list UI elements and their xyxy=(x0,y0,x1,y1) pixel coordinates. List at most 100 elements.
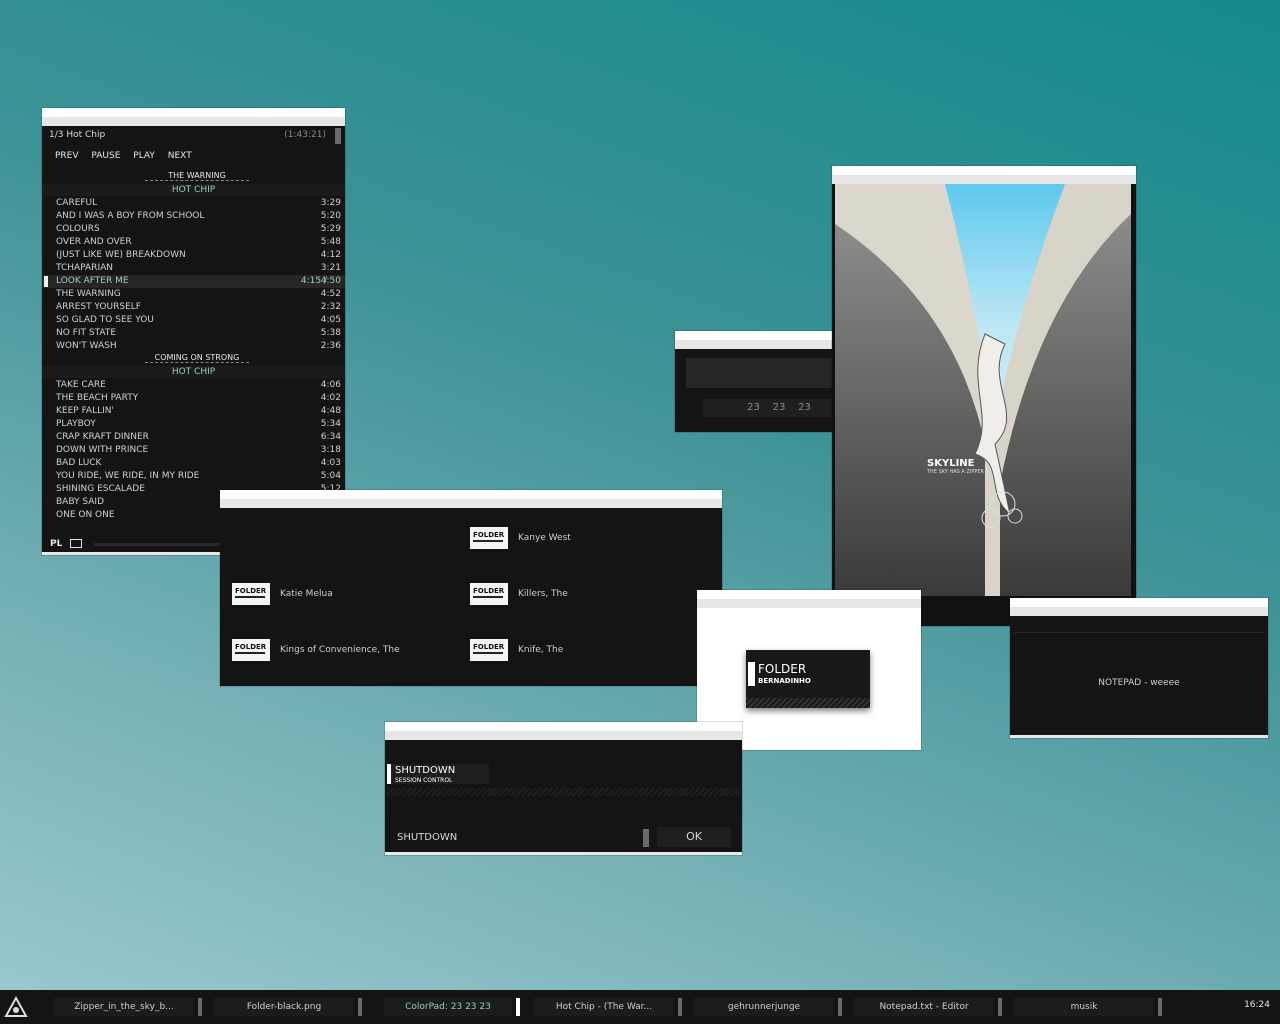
pause-button[interactable]: PAUSE xyxy=(91,151,120,161)
track-duration: 4:52 xyxy=(320,289,341,299)
folder-name: Katie Melua xyxy=(280,589,333,599)
shutdown-option-select[interactable]: SHUTDOWN xyxy=(397,832,457,843)
notepad-window: NOTEPAD - weeee xyxy=(1010,598,1268,738)
album-artist: HOT CHIP xyxy=(42,184,345,196)
track-title: CRAP KRAFT DINNER xyxy=(56,432,149,442)
taskbar-task[interactable]: Notepad.txt - Editor xyxy=(854,998,1002,1016)
album-title: THE WARNING xyxy=(145,171,249,181)
wallpaper-logo: SKYLINE xyxy=(927,458,975,469)
track-duration: 5:29 xyxy=(320,224,341,234)
taskbar-task[interactable]: ColorPad: 23 23 23 xyxy=(384,998,520,1016)
prev-button[interactable]: PREV xyxy=(55,151,79,161)
playlist-track[interactable]: CRAP KRAFT DINNER 6:34 xyxy=(42,431,345,444)
player-scroll-handle[interactable] xyxy=(335,128,341,144)
shutdown-title: SHUTDOWN xyxy=(395,765,456,776)
playlist-track[interactable]: KEEP FALLIN' 4:48 xyxy=(42,405,345,418)
notepad-text[interactable]: NOTEPAD - weeee xyxy=(1010,678,1268,688)
playlist-track[interactable]: TCHAPARIAN 3:21 xyxy=(42,262,345,275)
player-controls: PREV PAUSE PLAY NEXT xyxy=(55,151,202,161)
track-duration: 3:18 xyxy=(320,445,341,455)
play-button[interactable]: PLAY xyxy=(133,151,155,161)
track-duration: 3:29 xyxy=(320,198,341,208)
ok-button[interactable]: OK xyxy=(657,827,731,847)
shutdown-dialog: SHUTDOWN SESSION CONTROL SHUTDOWN OK xyxy=(385,722,742,855)
taskbar: Zipper_in_the_sky_b... Folder-black.png Co… xyxy=(0,990,1280,1024)
track-title: BABY SAID xyxy=(56,497,104,507)
folder-preview-titlebar[interactable] xyxy=(697,590,921,608)
album-title: COMING ON STRONG xyxy=(145,353,249,363)
taskbar-task[interactable]: Hot Chip - (The War... xyxy=(534,998,682,1016)
next-button[interactable]: NEXT xyxy=(168,151,192,161)
taskbar-task-label: ColorPad: 23 23 23 xyxy=(405,1002,491,1012)
taskbar-task[interactable]: Folder-black.png xyxy=(214,998,362,1016)
image-viewer-titlebar[interactable] xyxy=(832,166,1136,184)
shutdown-select-handle[interactable] xyxy=(643,829,649,847)
folder-icon-label: FOLDER xyxy=(235,587,267,595)
track-title: SO GLAD TO SEE YOU xyxy=(56,315,154,325)
track-duration: 5:34 xyxy=(320,419,341,429)
track-title: TCHAPARIAN xyxy=(56,263,113,273)
green-value: 23 xyxy=(772,402,786,413)
taskbar-task-handle[interactable] xyxy=(998,998,1002,1016)
playlist-track[interactable]: AND I WAS A BOY FROM SCHOOL 5:20 xyxy=(42,210,345,223)
track-duration: 4:03 xyxy=(320,458,341,468)
playlist-track[interactable]: (JUST LIKE WE) BREAKDOWN 4:12 xyxy=(42,249,345,262)
notepad-titlebar[interactable] xyxy=(1010,598,1268,616)
track-title: KEEP FALLIN' xyxy=(56,406,114,416)
file-browser-window: FOLDER Kanye West FOLDER Katie Melua FOL… xyxy=(220,490,722,686)
folder-icon: FOLDER xyxy=(232,639,270,661)
folder-icon-label: FOLDER xyxy=(473,531,505,539)
folder-icon-label: FOLDER xyxy=(473,643,505,651)
playlist-track[interactable]: ARREST YOURSELF 2:32 xyxy=(42,301,345,314)
playlist-track[interactable]: WON'T WASH 2:36 xyxy=(42,340,345,353)
folder-icon: FOLDER xyxy=(470,639,508,661)
playlist-track[interactable]: OVER AND OVER 5:48 xyxy=(42,236,345,249)
shutdown-subtitle: SESSION CONTROL xyxy=(395,777,453,784)
taskbar-task-handle[interactable] xyxy=(516,998,520,1016)
playlist-toggle-button[interactable]: PL xyxy=(50,539,62,549)
folder-icon: FOLDER xyxy=(232,583,270,605)
taskbar-task[interactable]: Zipper_in_the_sky_b... xyxy=(54,998,202,1016)
playlist-track[interactable]: CAREFUL 3:29 xyxy=(42,197,345,210)
playlist-track[interactable]: THE BEACH PARTY 4:02 xyxy=(42,392,345,405)
track-title: ONE ON ONE xyxy=(56,510,115,520)
playlist-track[interactable]: THE WARNING 4:52 xyxy=(42,288,345,301)
playlist-track[interactable]: PLAYBOY 5:34 xyxy=(42,418,345,431)
playlist-track[interactable]: SO GLAD TO SEE YOU 4:05 xyxy=(42,314,345,327)
track-title: ARREST YOURSELF xyxy=(56,302,141,312)
taskbar-task-handle[interactable] xyxy=(678,998,682,1016)
player-titlebar[interactable] xyxy=(42,108,345,126)
track-title: THE WARNING xyxy=(56,289,121,299)
track-duration: 4:12 xyxy=(320,250,341,260)
playlist-track[interactable]: LOOK AFTER ME 4:15 /4:50 xyxy=(42,275,345,288)
taskbar-task-handle[interactable] xyxy=(358,998,362,1016)
track-duration: 4:02 xyxy=(320,393,341,403)
shutdown-titlebar[interactable] xyxy=(385,722,742,740)
track-title: YOU RIDE, WE RIDE, IN MY RIDE xyxy=(56,471,200,481)
file-browser-titlebar[interactable] xyxy=(220,490,722,508)
track-duration: 6:34 xyxy=(320,432,341,442)
preview-subtitle: BERNADINHO xyxy=(758,677,811,685)
folder-icon[interactable] xyxy=(70,539,82,548)
taskbar-task[interactable]: gehrunnerjunge xyxy=(694,998,842,1016)
playlist-track[interactable]: BAD LUCK 4:03 xyxy=(42,457,345,470)
track-title: AND I WAS A BOY FROM SCHOOL xyxy=(56,211,205,221)
playlist-track[interactable]: YOU RIDE, WE RIDE, IN MY RIDE 5:04 xyxy=(42,470,345,483)
taskbar-task[interactable]: musik xyxy=(1014,998,1162,1016)
taskbar-task-handle[interactable] xyxy=(838,998,842,1016)
folder-icon: FOLDER xyxy=(470,583,508,605)
playlist-track[interactable]: NO FIT STATE 5:38 xyxy=(42,327,345,340)
track-title: NO FIT STATE xyxy=(56,328,117,338)
taskbar-task-handle[interactable] xyxy=(198,998,202,1016)
folder-icon-label: FOLDER xyxy=(473,587,505,595)
playlist-total-length: (1:43:21) xyxy=(284,130,326,140)
playlist-track[interactable]: TAKE CARE 4:06 xyxy=(42,379,345,392)
notepad-menubar[interactable] xyxy=(1014,616,1264,633)
playlist-track[interactable]: DOWN WITH PRINCE 3:18 xyxy=(42,444,345,457)
track-duration: 5:20 xyxy=(320,211,341,221)
folder-preview-image: FOLDER BERNADINHO xyxy=(746,650,870,708)
taskbar-task-handle[interactable] xyxy=(1158,998,1162,1016)
start-menu-icon[interactable] xyxy=(4,995,28,1018)
track-duration: 4:48 xyxy=(320,406,341,416)
playlist-track[interactable]: COLOURS 5:29 xyxy=(42,223,345,236)
